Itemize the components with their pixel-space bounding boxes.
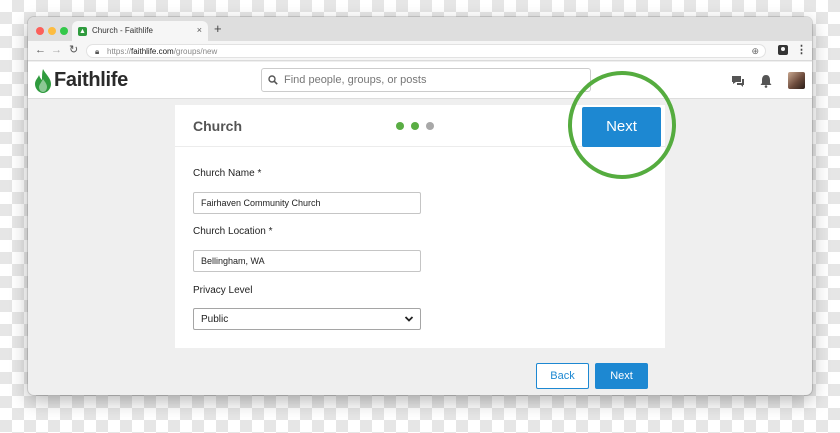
reload-icon[interactable]: ↻ [69, 44, 78, 57]
url-scheme: https:// [107, 47, 132, 56]
url-path: /groups/new [173, 47, 218, 56]
profile-icon[interactable] [778, 45, 788, 55]
faithlife-favicon-icon: ▲ [78, 27, 87, 36]
search-input[interactable] [284, 72, 584, 88]
tab-close-icon[interactable]: × [197, 25, 202, 35]
faithlife-logo-text[interactable]: Faithlife [54, 68, 128, 92]
forward-arrow-icon[interactable]: → [51, 44, 62, 57]
privacy-level-value: Public [201, 314, 229, 325]
site-header: Faithlife [28, 62, 812, 99]
church-location-label: Church Location * [193, 226, 273, 237]
search-icon [268, 75, 278, 85]
faithlife-logo-icon[interactable] [34, 69, 52, 93]
notifications-bell-icon[interactable] [759, 74, 773, 88]
church-name-label: Church Name * [193, 168, 262, 179]
chevron-down-icon [404, 316, 414, 322]
address-bar[interactable]: 🔒︎ https://faithlife.com/groups/new ⊕ [86, 44, 766, 58]
url-host: faithlife.com [131, 47, 174, 56]
highlight-circle [568, 71, 676, 179]
messages-icon[interactable] [731, 74, 745, 88]
step-indicator-3 [426, 122, 434, 130]
minimize-window-button[interactable] [48, 27, 56, 35]
lock-icon: 🔒︎ [95, 47, 100, 56]
maximize-window-button[interactable] [60, 27, 68, 35]
new-tab-button[interactable]: + [214, 22, 222, 36]
search-box[interactable] [261, 68, 591, 92]
page-title: Church [193, 118, 242, 134]
tab-bar: ▲ Church - Faithlife × + [28, 17, 812, 41]
step-indicator-1 [396, 122, 404, 130]
privacy-level-label: Privacy Level [193, 285, 253, 296]
church-name-input[interactable] [193, 192, 421, 214]
tab-title: Church - Faithlife [92, 26, 153, 35]
privacy-level-select[interactable]: Public [193, 308, 421, 330]
kebab-menu-icon[interactable]: ⋮ [796, 44, 807, 57]
next-button[interactable]: Next [595, 363, 648, 389]
browser-window: ▲ Church - Faithlife × + ← → ↻ 🔒︎ https:… [28, 17, 812, 395]
browser-toolbar: ← → ↻ 🔒︎ https://faithlife.com/groups/ne… [28, 41, 812, 61]
zoom-icon[interactable]: ⊕ [751, 46, 759, 57]
church-location-input[interactable] [193, 250, 421, 272]
back-button[interactable]: Back [536, 363, 589, 389]
back-arrow-icon[interactable]: ← [35, 44, 46, 57]
browser-tab[interactable]: ▲ Church - Faithlife × [72, 21, 208, 41]
user-avatar[interactable] [788, 72, 805, 89]
close-window-button[interactable] [36, 27, 44, 35]
url-text[interactable]: https://faithlife.com/groups/new [107, 46, 217, 57]
step-indicator-2 [411, 122, 419, 130]
